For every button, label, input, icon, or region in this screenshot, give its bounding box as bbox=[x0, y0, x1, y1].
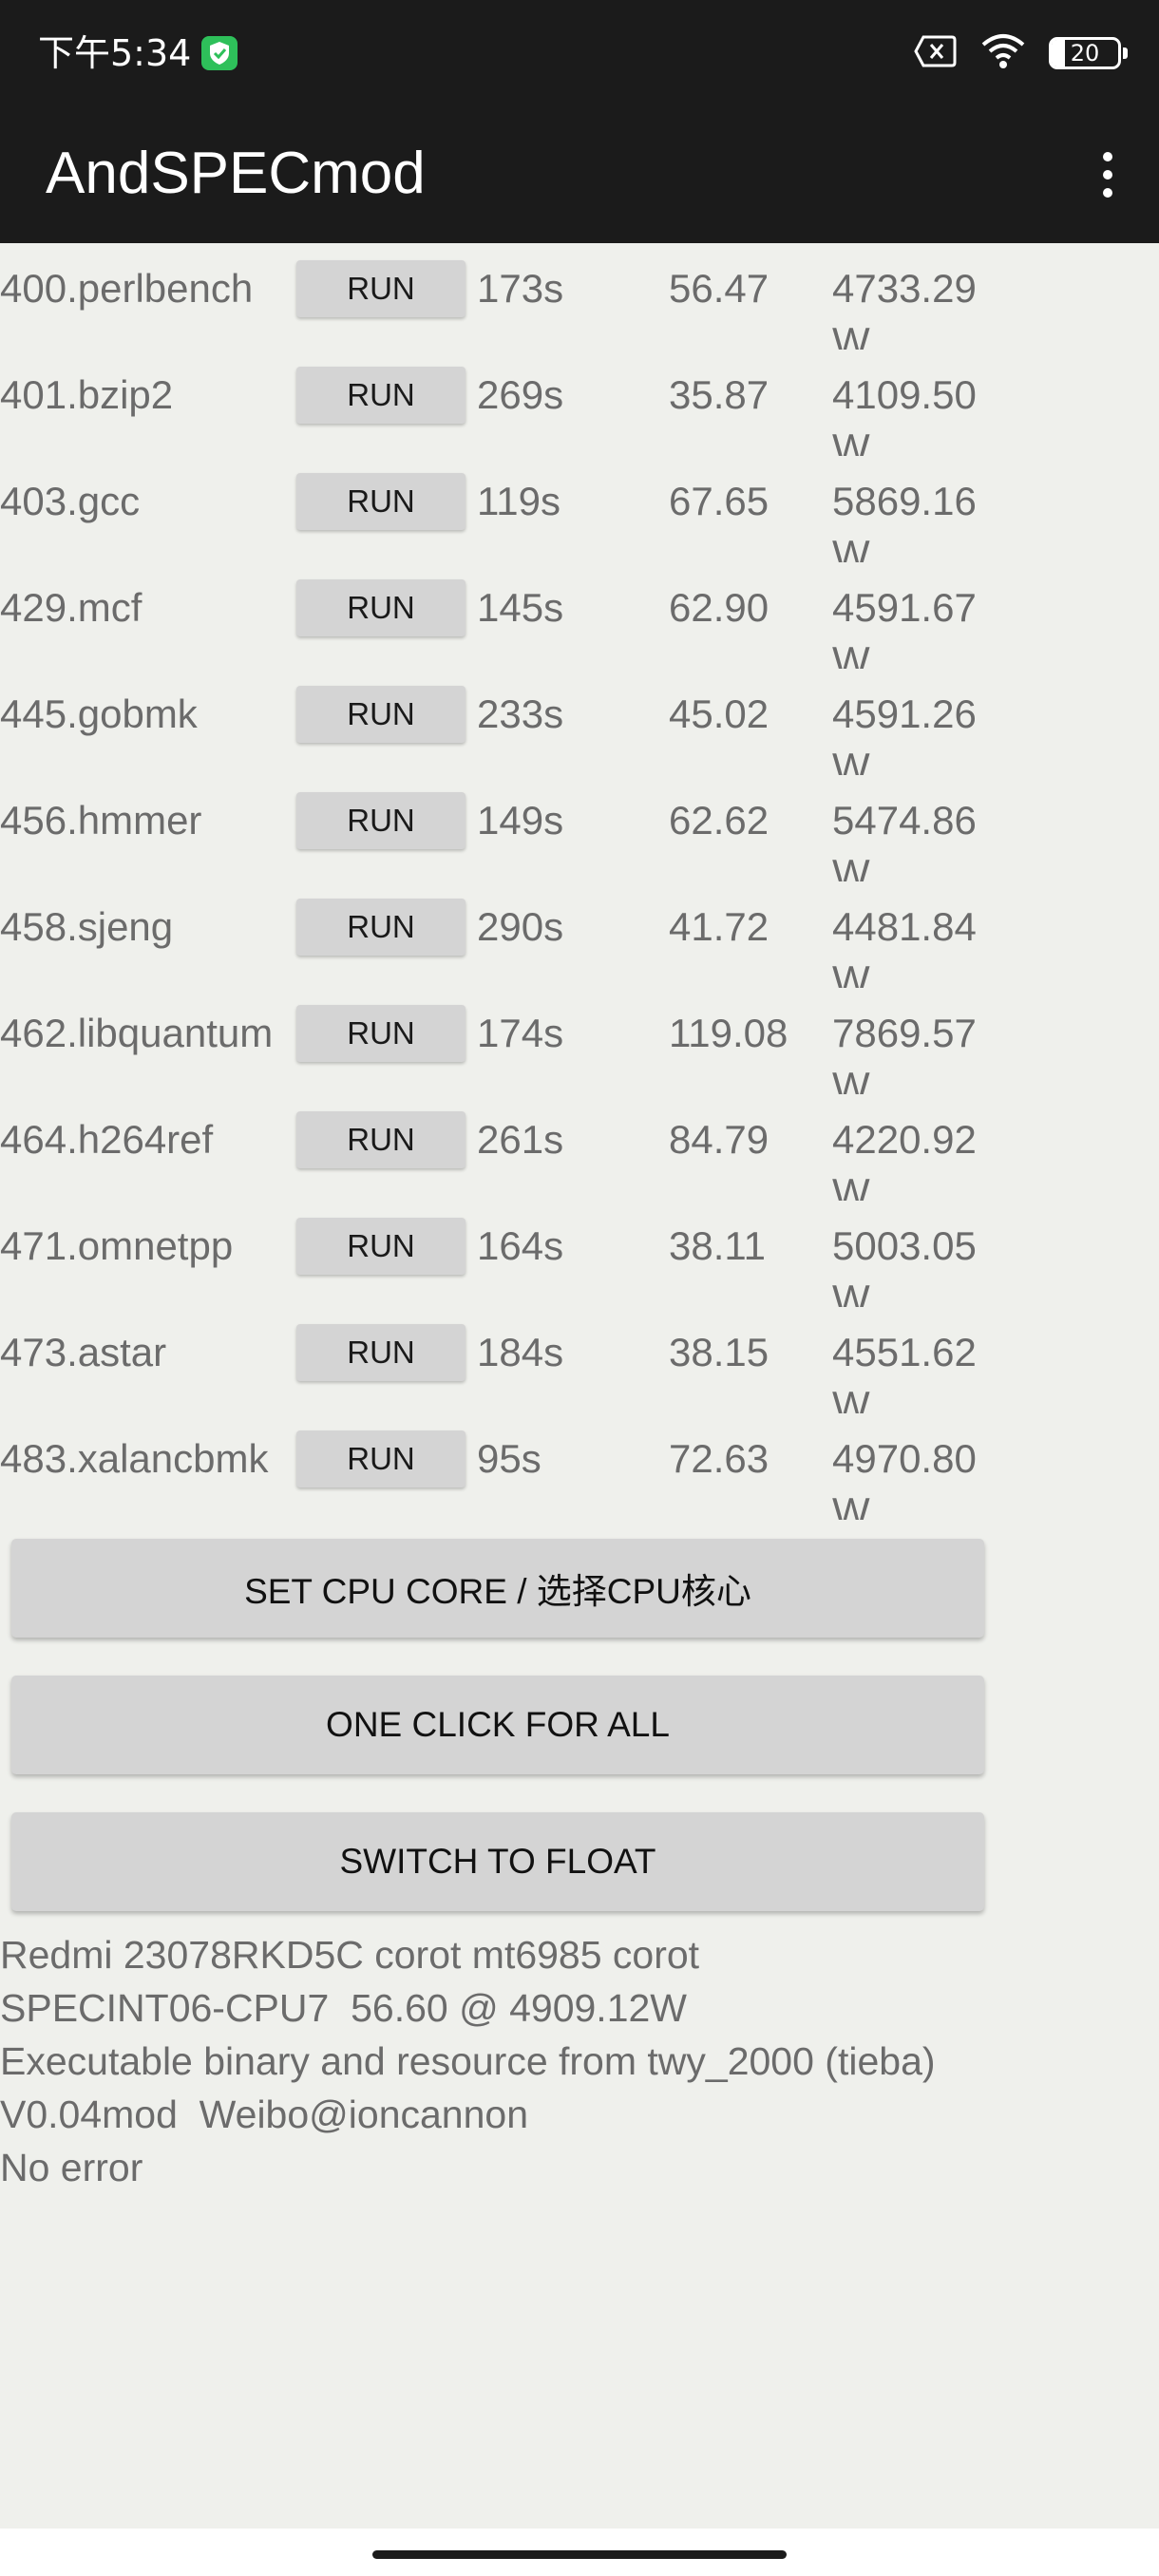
benchmark-power: 4591.26W bbox=[832, 691, 977, 775]
benchmark-ratio: 38.11 bbox=[669, 1223, 766, 1268]
app-title: AndSPECmod bbox=[46, 141, 426, 206]
benchmark-name: 473.astar bbox=[0, 1330, 167, 1374]
benchmark-row: 462.libquantum RUN 174s 119.08 7869.57W bbox=[0, 988, 1159, 1094]
benchmark-row: 483.xalancbmk RUN 95s 72.63 4970.80W bbox=[0, 1413, 1159, 1520]
benchmark-power: 4220.92W bbox=[832, 1117, 977, 1201]
more-vert-icon[interactable] bbox=[1077, 135, 1138, 215]
run-button[interactable]: RUN bbox=[296, 1218, 466, 1275]
benchmark-name: 471.omnetpp bbox=[0, 1223, 234, 1268]
battery-text: 20 bbox=[1070, 40, 1100, 66]
run-button[interactable]: RUN bbox=[296, 260, 466, 317]
benchmark-time: 269s bbox=[477, 372, 564, 417]
error-status: No error bbox=[0, 2146, 143, 2189]
benchmark-power: 4109.50W bbox=[832, 372, 977, 456]
run-button[interactable]: RUN bbox=[296, 1324, 466, 1381]
run-button[interactable]: RUN bbox=[296, 1430, 466, 1487]
benchmark-ratio: 38.15 bbox=[669, 1330, 770, 1374]
version-text: V0.04mod Weibo@ioncannon bbox=[0, 2093, 529, 2136]
benchmark-list: 400.perlbench RUN 173s 56.47 4733.29W 40… bbox=[0, 243, 1159, 1524]
benchmark-ratio: 72.63 bbox=[669, 1436, 770, 1481]
no-sim-icon bbox=[914, 34, 958, 72]
benchmark-row: 403.gcc RUN 119s 67.65 5869.16W bbox=[0, 456, 1159, 562]
benchmark-power: 4591.67W bbox=[832, 585, 977, 669]
one-click-for-all-button[interactable]: ONE CLICK FOR ALL bbox=[11, 1676, 984, 1774]
run-button[interactable]: RUN bbox=[296, 1111, 466, 1168]
benchmark-name: 483.xalancbmk bbox=[0, 1436, 269, 1481]
benchmark-row: 445.gobmk RUN 233s 45.02 4591.26W bbox=[0, 669, 1159, 775]
run-button[interactable]: RUN bbox=[296, 686, 466, 743]
benchmark-name: 458.sjeng bbox=[0, 904, 174, 949]
benchmark-name: 429.mcf bbox=[0, 585, 142, 630]
run-button[interactable]: RUN bbox=[296, 1005, 466, 1062]
benchmark-ratio: 67.65 bbox=[669, 479, 770, 523]
shield-check-icon bbox=[201, 36, 238, 70]
benchmark-row: 400.perlbench RUN 173s 56.47 4733.29W bbox=[0, 243, 1159, 350]
battery-icon: 20 bbox=[1049, 37, 1128, 69]
benchmark-power: 5869.16W bbox=[832, 479, 977, 562]
benchmark-time: 261s bbox=[477, 1117, 564, 1162]
benchmark-ratio: 62.90 bbox=[669, 585, 770, 630]
benchmark-time: 184s bbox=[477, 1330, 564, 1374]
benchmark-row: 464.h264ref RUN 261s 84.79 4220.92W bbox=[0, 1094, 1159, 1201]
benchmark-ratio: 62.62 bbox=[669, 798, 770, 843]
benchmark-name: 403.gcc bbox=[0, 479, 141, 523]
switch-to-float-button[interactable]: SWITCH TO FLOAT bbox=[11, 1812, 984, 1911]
benchmark-time: 164s bbox=[477, 1223, 564, 1268]
benchmark-power: 5003.05W bbox=[832, 1223, 977, 1307]
status-bar: 下午5:34 20 bbox=[0, 0, 1159, 106]
benchmark-name: 401.bzip2 bbox=[0, 372, 174, 417]
benchmark-row: 401.bzip2 RUN 269s 35.87 4109.50W bbox=[0, 350, 1159, 456]
benchmark-ratio: 119.08 bbox=[669, 1011, 788, 1055]
benchmark-time: 119s bbox=[477, 479, 560, 523]
home-indicator[interactable] bbox=[372, 2550, 787, 2559]
benchmark-ratio: 41.72 bbox=[669, 904, 770, 949]
benchmark-time: 290s bbox=[477, 904, 564, 949]
benchmark-power: 4481.84W bbox=[832, 904, 977, 988]
benchmark-row: 456.hmmer RUN 149s 62.62 5474.86W bbox=[0, 775, 1159, 881]
benchmark-row: 471.omnetpp RUN 164s 38.11 5003.05W bbox=[0, 1201, 1159, 1307]
benchmark-power: 4733.29W bbox=[832, 266, 977, 350]
set-cpu-core-button[interactable]: SET CPU CORE / 选择CPU核心 bbox=[11, 1539, 984, 1638]
benchmark-time: 95s bbox=[477, 1436, 542, 1481]
benchmark-name: 462.libquantum bbox=[0, 1011, 274, 1055]
benchmark-time: 233s bbox=[477, 691, 564, 736]
run-button[interactable]: RUN bbox=[296, 473, 466, 530]
battery-tip bbox=[1123, 47, 1128, 59]
benchmark-row: 473.astar RUN 184s 38.15 4551.62W bbox=[0, 1307, 1159, 1413]
benchmark-ratio: 56.47 bbox=[669, 266, 770, 311]
benchmark-name: 445.gobmk bbox=[0, 691, 198, 736]
benchmark-ratio: 84.79 bbox=[669, 1117, 770, 1162]
benchmark-power: 7869.57W bbox=[832, 1011, 977, 1094]
benchmark-time: 173s bbox=[477, 266, 564, 311]
status-time: 下午5:34 bbox=[38, 32, 192, 74]
run-button[interactable]: RUN bbox=[296, 367, 466, 424]
run-button[interactable]: RUN bbox=[296, 899, 466, 956]
credit-text: Executable binary and resource from twy_… bbox=[0, 2039, 936, 2083]
benchmark-name: 456.hmmer bbox=[0, 798, 202, 843]
benchmark-time: 145s bbox=[477, 585, 564, 630]
wifi-icon bbox=[980, 33, 1026, 73]
benchmark-ratio: 35.87 bbox=[669, 372, 770, 417]
benchmark-name: 400.perlbench bbox=[0, 266, 254, 311]
benchmark-power: 4970.80W bbox=[832, 1436, 977, 1520]
info-panel: Redmi 23078RKD5C corot mt6985 corot SPEC… bbox=[0, 1928, 1140, 2194]
run-button[interactable]: RUN bbox=[296, 792, 466, 849]
benchmark-time: 174s bbox=[477, 1011, 564, 1055]
nav-bar bbox=[0, 2529, 1159, 2576]
benchmark-name: 464.h264ref bbox=[0, 1117, 214, 1162]
device-info: Redmi 23078RKD5C corot mt6985 corot bbox=[0, 1933, 700, 1977]
benchmark-power: 5474.86W bbox=[832, 798, 977, 881]
score-summary: SPECINT06-CPU7 56.60 @ 4909.12W bbox=[0, 1986, 688, 2030]
benchmark-row: 458.sjeng RUN 290s 41.72 4481.84W bbox=[0, 881, 1159, 988]
run-button[interactable]: RUN bbox=[296, 579, 466, 636]
app-bar: AndSPECmod bbox=[0, 106, 1159, 243]
status-icons: 20 bbox=[914, 30, 1128, 76]
benchmark-row: 429.mcf RUN 145s 62.90 4591.67W bbox=[0, 562, 1159, 669]
benchmark-power: 4551.62W bbox=[832, 1330, 977, 1413]
benchmark-ratio: 45.02 bbox=[669, 691, 770, 736]
benchmark-time: 149s bbox=[477, 798, 564, 843]
